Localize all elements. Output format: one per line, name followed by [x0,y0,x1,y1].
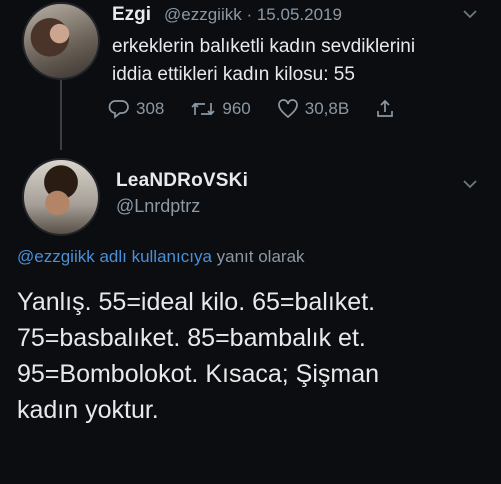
author-handle[interactable]: @Lnrdptrz [116,196,200,217]
chevron-down-icon[interactable] [462,176,478,194]
tweet-text: erkeklerin balıketli kadın sevdiklerini … [112,36,416,85]
reply-button[interactable]: 308 [108,99,164,119]
like-count: 30,8B [304,99,350,118]
tweet-date[interactable]: · 15.05.2019 [246,5,341,24]
tweet-meta: @ezzgiikk · 15.05.2019 [164,5,342,25]
like-button[interactable]: 30,8B [277,99,349,119]
retweet-count: 960 [222,99,251,118]
chevron-down-icon[interactable] [462,6,478,24]
retweet-icon [191,102,215,116]
author-name[interactable]: Ezgi [112,4,151,26]
share-button[interactable] [375,99,401,119]
like-icon [277,99,298,119]
author-handle[interactable]: @ezzgiikk [164,5,242,24]
avatar[interactable] [22,2,100,80]
avatar[interactable] [22,158,100,236]
reply-to-link[interactable]: @ezzgiikk adlı kullanıcıya [17,247,212,266]
reply-icon [108,100,129,119]
share-icon [377,99,394,117]
author-name[interactable]: LeaNDRoVSKi [116,170,248,192]
thread-connector-line [60,80,62,150]
reply-count: 308 [136,99,165,118]
reply-context: @ezzgiikk adlı kullanıcıya yanıt olarak [17,247,305,267]
tweet-text: Yanlış. 55=ideal kilo. 65=balıket. 75=ba… [17,288,379,424]
retweet-button[interactable]: 960 [190,99,251,119]
tweet-actions: 308 960 30,8B [108,96,427,122]
reply-to-suffix: yanıt olarak [216,247,305,266]
